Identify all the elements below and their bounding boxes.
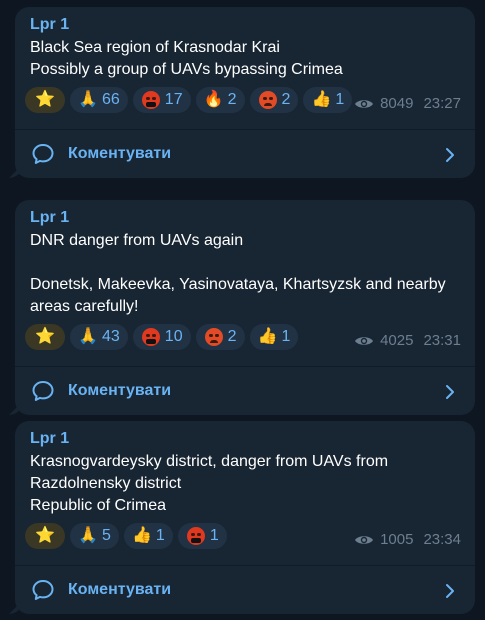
reaction-thumbs-up[interactable]: 👍 1 [249, 324, 299, 350]
post-author[interactable]: Lpr 1 [30, 15, 461, 35]
post-time: 23:34 [423, 531, 461, 548]
cursing-face-icon [141, 90, 161, 110]
post-author[interactable]: Lpr 1 [30, 208, 461, 228]
view-count: 4025 [380, 332, 414, 349]
post-meta: 8049 23:27 [354, 95, 461, 112]
channel-post: Lpr 1 DNR danger from UAVs again Donetsk… [9, 200, 475, 415]
reaction-count: 2 [227, 91, 237, 108]
post-time: 23:31 [423, 332, 461, 349]
comment-icon [32, 580, 54, 600]
comments-button[interactable]: Коментувати [30, 367, 461, 415]
reaction-count: 1 [281, 328, 291, 345]
thumbs-up-icon: 👍 [257, 328, 278, 345]
view-count: 8049 [380, 95, 414, 112]
pray-icon: 🙏 [78, 328, 98, 345]
post-text: DNR danger from UAVs again Donetsk, Make… [30, 232, 446, 315]
reaction-count: 66 [102, 91, 120, 108]
post-author[interactable]: Lpr 1 [30, 429, 461, 449]
pray-icon: 🙏 [78, 527, 98, 544]
reaction-thumbs-up[interactable]: 👍 1 [303, 87, 353, 113]
reaction-count: 17 [164, 91, 183, 108]
reaction-count: 43 [102, 328, 120, 345]
comments-button[interactable]: Коментувати [30, 130, 461, 178]
comment-icon [32, 144, 54, 164]
chevron-right-icon [446, 148, 454, 162]
reaction-count: 5 [102, 527, 111, 544]
comments-label: Коментувати [68, 581, 172, 598]
post-meta: 1005 23:34 [354, 531, 461, 548]
post-time: 23:27 [423, 95, 461, 112]
thumbs-up-icon: 👍 [131, 527, 152, 544]
pray-icon: 🙏 [78, 91, 98, 108]
star-icon: ⭐ [35, 91, 55, 108]
comment-icon [32, 381, 54, 401]
reactions-bar: ⭐ 🙏 43 10 2 👍 1 [25, 324, 299, 350]
reaction-pray[interactable]: 🙏 5 [70, 523, 119, 549]
reaction-count: 2 [281, 91, 291, 108]
angry-face-icon [258, 90, 278, 110]
reactions-bar: ⭐ 🙏 66 17 🔥 2 2 👍 1 [25, 87, 353, 113]
reaction-count: 10 [164, 328, 183, 345]
reaction-star[interactable]: ⭐ [25, 87, 65, 113]
reaction-count: 2 [227, 328, 237, 345]
reaction-cursing[interactable]: 17 [132, 87, 191, 113]
comments-label: Коментувати [68, 382, 172, 399]
reaction-star[interactable]: ⭐ [25, 324, 65, 350]
fire-icon: 🔥 [203, 91, 224, 108]
reaction-count: 1 [155, 527, 165, 544]
channel-post: Lpr 1 Black Sea region of Krasnodar Krai… [9, 7, 475, 178]
comments-label: Коментувати [68, 145, 172, 162]
reaction-angry[interactable]: 2 [249, 87, 299, 113]
channel-post: Lpr 1 Krasnogvardeysky district, danger … [9, 421, 475, 614]
cursing-face-icon [141, 327, 161, 347]
thumbs-up-icon: 👍 [311, 91, 332, 108]
post-text: Krasnogvardeysky district, danger from U… [30, 453, 389, 514]
post-text: Black Sea region of Krasnodar Krai Possi… [30, 39, 343, 78]
angry-face-icon [204, 327, 224, 347]
reaction-fire[interactable]: 🔥 2 [195, 87, 245, 113]
post-meta: 4025 23:31 [354, 332, 461, 349]
reaction-angry[interactable]: 2 [195, 324, 245, 350]
comments-button[interactable]: Коментувати [30, 566, 461, 614]
reaction-count: 1 [209, 527, 219, 544]
reaction-cursing[interactable]: 1 [177, 523, 227, 549]
reaction-thumbs-up[interactable]: 👍 1 [123, 523, 173, 549]
reactions-bar: ⭐ 🙏 5 👍 1 1 [25, 523, 227, 549]
reaction-star[interactable]: ⭐ [25, 523, 65, 549]
view-count: 1005 [380, 531, 414, 548]
chevron-right-icon [446, 584, 454, 598]
star-icon: ⭐ [35, 527, 55, 544]
star-icon: ⭐ [35, 328, 55, 345]
eye-icon [355, 99, 374, 108]
eye-icon [355, 535, 374, 544]
reaction-count: 1 [335, 91, 345, 108]
eye-icon [355, 336, 374, 345]
cursing-face-icon [186, 526, 206, 546]
reaction-cursing[interactable]: 10 [132, 324, 191, 350]
chevron-right-icon [446, 385, 454, 399]
reaction-pray[interactable]: 🙏 66 [70, 87, 128, 113]
reaction-pray[interactable]: 🙏 43 [70, 324, 128, 350]
